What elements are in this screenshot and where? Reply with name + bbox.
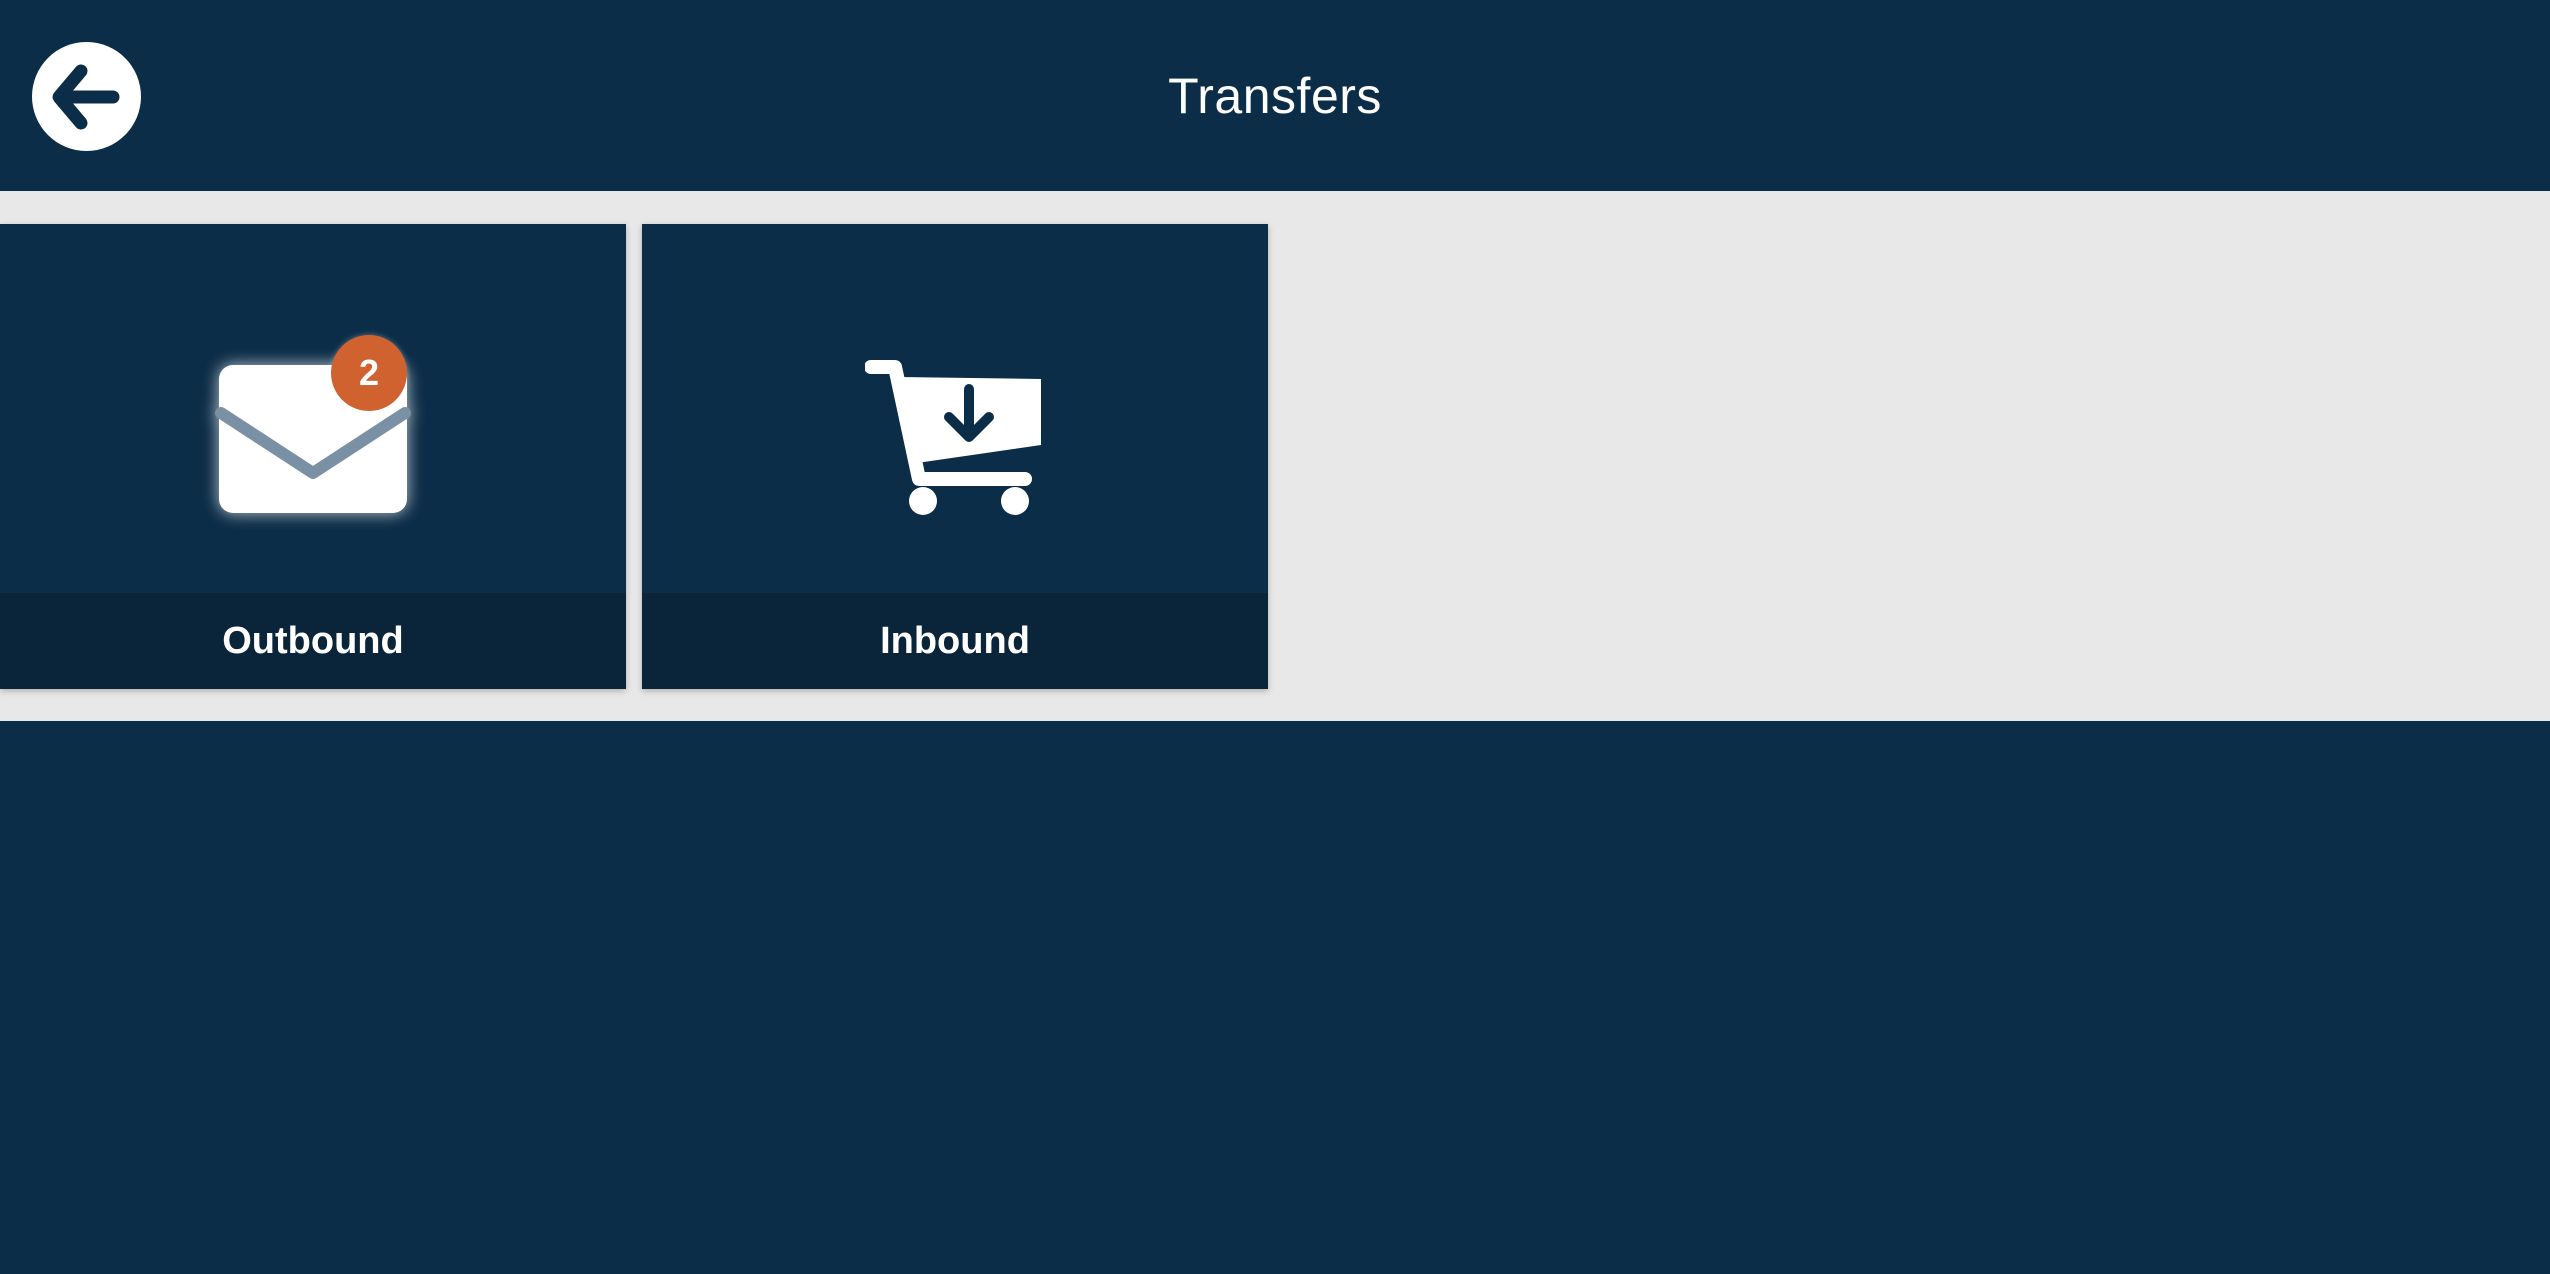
tile-strip: 2 Outbound Inbound xyxy=(0,191,2550,721)
page-title: Transfers xyxy=(1168,67,1382,124)
notification-badge: 2 xyxy=(331,334,407,411)
inbound-icon-area xyxy=(642,224,1268,593)
cart-icon-wrap xyxy=(864,359,1045,519)
inbound-tile[interactable]: Inbound xyxy=(642,224,1268,689)
outbound-tile[interactable]: 2 Outbound xyxy=(0,224,626,689)
outbound-label: Outbound xyxy=(0,593,626,689)
envelope-icon-wrap: 2 xyxy=(215,334,411,517)
arrow-left-icon xyxy=(52,64,119,129)
cart-download-icon xyxy=(864,359,1041,515)
outbound-icon-area: 2 xyxy=(0,224,626,593)
app-header: Transfers xyxy=(0,0,2550,191)
back-button[interactable] xyxy=(32,42,141,151)
inbound-label: Inbound xyxy=(642,593,1268,689)
